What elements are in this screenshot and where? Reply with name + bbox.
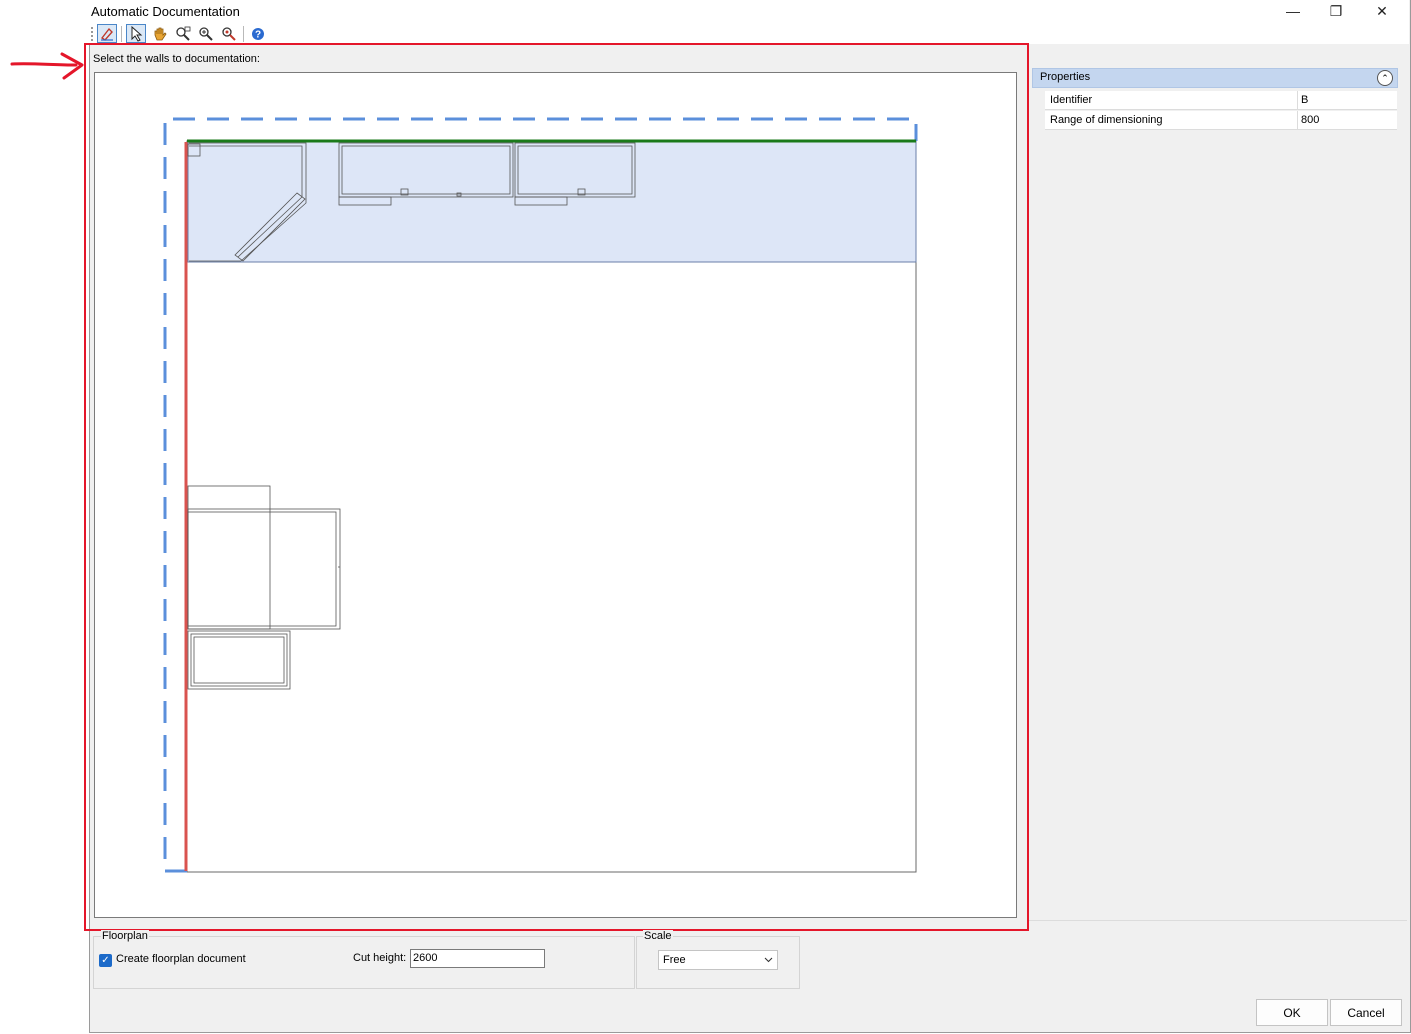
property-label: Range of dimensioning bbox=[1050, 114, 1163, 126]
property-value-range[interactable]: 800 bbox=[1301, 114, 1319, 126]
minimize-button[interactable]: — bbox=[1270, 0, 1316, 22]
scale-selected-value: Free bbox=[663, 954, 686, 966]
title-bar bbox=[89, 0, 1409, 22]
zoom-extents-icon[interactable] bbox=[219, 24, 239, 43]
toolbar-separator bbox=[243, 26, 244, 42]
scale-group-label: Scale bbox=[643, 930, 673, 942]
floorplan-group-label: Floorplan bbox=[101, 930, 149, 942]
collapse-chevron-icon[interactable]: ⌃ bbox=[1377, 70, 1393, 86]
select-walls-icon[interactable] bbox=[97, 24, 117, 43]
cancel-button[interactable]: Cancel bbox=[1330, 999, 1402, 1026]
properties-title: Properties bbox=[1040, 71, 1091, 83]
property-label: Identifier bbox=[1050, 94, 1093, 106]
ok-button[interactable]: OK bbox=[1256, 999, 1328, 1026]
selection-prompt: Select the walls to documentation: bbox=[93, 53, 260, 65]
property-divider bbox=[1297, 111, 1298, 130]
property-value-identifier[interactable]: B bbox=[1301, 94, 1308, 106]
scale-select[interactable]: Free bbox=[658, 950, 778, 970]
side-cabinet-lower bbox=[187, 630, 291, 690]
cut-height-input[interactable]: 2600 bbox=[410, 949, 545, 968]
floorplan-canvas[interactable] bbox=[94, 72, 1017, 918]
cut-height-label: Cut height: bbox=[353, 952, 407, 964]
zoom-in-icon[interactable] bbox=[196, 24, 216, 43]
annotation-arrow-icon bbox=[10, 52, 84, 80]
restore-button[interactable]: ❐ bbox=[1313, 0, 1359, 22]
property-divider bbox=[1297, 91, 1298, 110]
toolbar bbox=[89, 22, 1409, 44]
property-row-range[interactable]: Range of dimensioning 800 bbox=[1045, 111, 1397, 130]
help-icon[interactable]: ? bbox=[248, 24, 268, 43]
zoom-window-icon[interactable] bbox=[173, 24, 193, 43]
window-title: Automatic Documentation bbox=[91, 4, 240, 19]
panel-divider bbox=[1029, 920, 1407, 921]
pointer-icon[interactable] bbox=[126, 24, 146, 43]
property-row-identifier[interactable]: Identifier B bbox=[1045, 91, 1397, 110]
toolbar-grip[interactable] bbox=[91, 27, 95, 41]
toolbar-separator bbox=[121, 26, 122, 42]
close-button[interactable]: ✕ bbox=[1359, 0, 1405, 22]
create-floorplan-label[interactable]: Create floorplan document bbox=[116, 953, 246, 965]
svg-text:?: ? bbox=[255, 29, 261, 40]
floorplan-drawing bbox=[163, 117, 918, 873]
pan-hand-icon[interactable] bbox=[150, 24, 170, 43]
side-cabinet-upper bbox=[187, 485, 341, 630]
chevron-down-icon bbox=[764, 957, 773, 963]
create-floorplan-checkbox[interactable]: ✓ bbox=[99, 954, 112, 967]
